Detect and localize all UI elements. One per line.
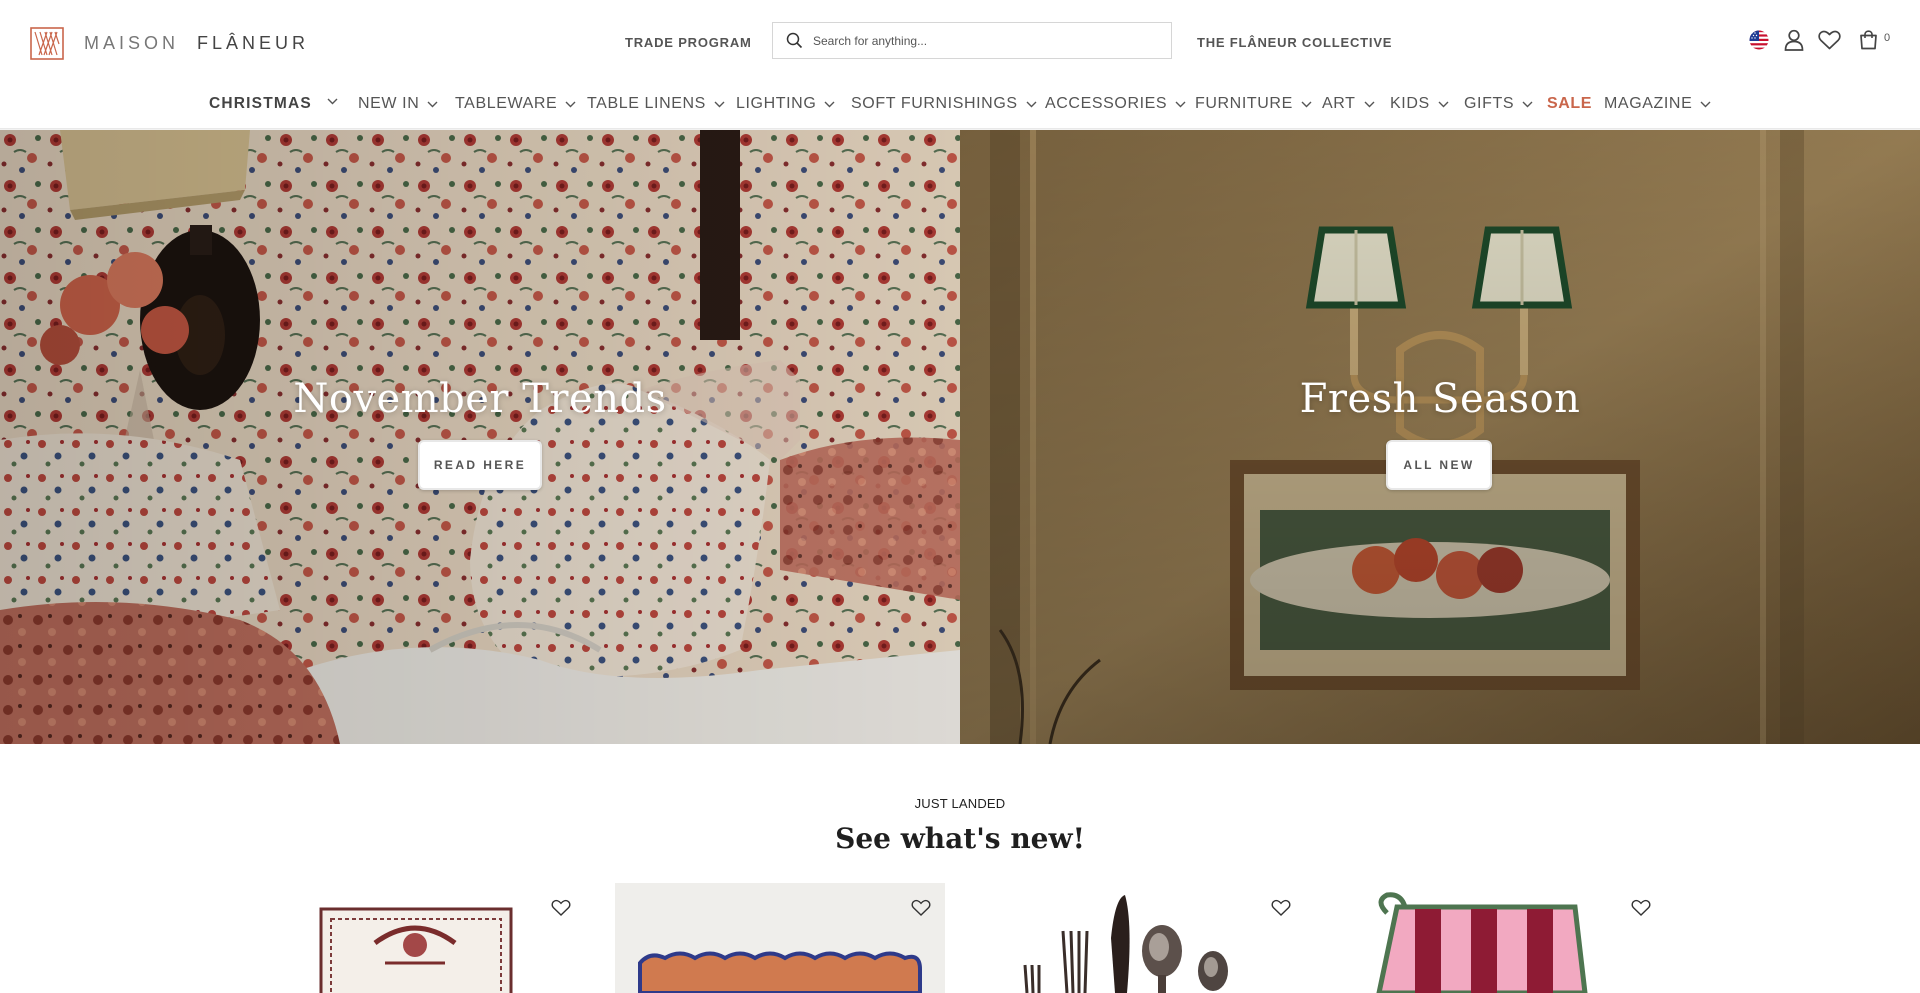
search-icon <box>786 32 803 49</box>
brand-logo[interactable]: MAISON FLÂNEUR <box>30 27 309 60</box>
collective-link[interactable]: THE FLÂNEUR COLLECTIVE <box>1197 35 1392 50</box>
nav-item-kids[interactable]: KIDS <box>1390 92 1449 116</box>
account-button[interactable] <box>1782 28 1806 52</box>
site-header: MAISON FLÂNEUR TRADE PROGRAM THE FLÂNEUR… <box>0 0 1920 84</box>
nav-item-magazine[interactable]: MAGAZINE <box>1604 92 1711 116</box>
chevron-down-icon <box>1700 101 1711 107</box>
chevron-down-icon <box>1522 101 1533 107</box>
cart-count: 0 <box>1884 32 1891 44</box>
brand-name-bold: FLÂNEUR <box>197 33 310 53</box>
logo-mark-icon <box>30 27 64 60</box>
section-title: See what's new! <box>835 822 1085 855</box>
chevron-down-icon <box>565 101 576 107</box>
nav-label: KIDS <box>1390 95 1430 112</box>
chevron-down-icon <box>1026 101 1037 107</box>
product-card[interactable] <box>1335 883 1665 993</box>
nav-label: SALE <box>1547 95 1593 112</box>
heart-icon[interactable] <box>1271 899 1291 917</box>
hero-title: November Trends <box>293 376 667 422</box>
nav-item-new-in[interactable]: NEW IN <box>358 92 438 116</box>
trade-program-link[interactable]: TRADE PROGRAM <box>625 35 752 50</box>
heart-icon[interactable] <box>911 899 931 917</box>
nav-item-gifts[interactable]: GIFTS <box>1464 92 1533 116</box>
nav-item-table-linens[interactable]: TABLE LINENS <box>587 92 725 116</box>
heart-icon[interactable] <box>551 899 571 917</box>
nav-label: NEW IN <box>358 95 420 112</box>
hero-fresh-season[interactable]: Fresh Season ALL NEW <box>960 130 1920 744</box>
search-input[interactable] <box>813 33 1153 48</box>
nav-label: GIFTS <box>1464 95 1515 112</box>
all-new-button[interactable]: ALL NEW <box>1386 440 1492 490</box>
chevron-down-icon <box>714 101 725 107</box>
product-image <box>1335 883 1665 993</box>
nav-item-furniture[interactable]: FURNITURE <box>1195 92 1312 116</box>
chevron-down-icon <box>1301 101 1312 107</box>
nav-label: ART <box>1322 95 1356 112</box>
heart-icon <box>1817 30 1841 50</box>
nav-label: ACCESSORIES <box>1045 95 1168 112</box>
wall-sconce-painting-image <box>960 130 1920 744</box>
nav-label: FURNITURE <box>1195 95 1293 112</box>
section-eyebrow: JUST LANDED <box>914 796 1006 811</box>
nav-label: TABLE LINENS <box>587 95 706 112</box>
chevron-down-icon <box>1175 101 1186 107</box>
nav-item-lighting[interactable]: LIGHTING <box>736 92 835 116</box>
nav-item-soft-furnishings[interactable]: SOFT FURNISHINGS <box>851 92 1037 116</box>
country-selector[interactable] <box>1748 28 1770 52</box>
chevron-down-icon <box>824 101 835 107</box>
cart-icon <box>1859 30 1877 50</box>
nav-label: TABLEWARE <box>455 95 558 112</box>
cart-button[interactable] <box>1856 28 1880 52</box>
nav-item-sale[interactable]: SALE <box>1547 92 1592 116</box>
main-navigation: CHRISTMAS NEW IN TABLEWARE TABLE LINENS … <box>0 84 1920 128</box>
nav-label: SOFT FURNISHINGS <box>851 95 1018 112</box>
nav-label: LIGHTING <box>736 95 817 112</box>
search-bar[interactable] <box>772 22 1172 59</box>
us-flag-icon <box>1749 30 1769 50</box>
floral-bedroom-image <box>0 130 960 744</box>
product-card[interactable] <box>615 883 945 993</box>
nav-label: MAGAZINE <box>1604 95 1693 112</box>
product-image <box>975 883 1305 993</box>
product-image <box>615 883 945 993</box>
wishlist-button[interactable] <box>1816 28 1842 52</box>
hero-november-trends[interactable]: November Trends READ HERE <box>0 130 960 744</box>
nav-item-art[interactable]: ART <box>1322 92 1375 116</box>
product-image <box>255 883 585 993</box>
nav-item-tableware[interactable]: TABLEWARE <box>455 92 576 116</box>
nav-item-accessories[interactable]: ACCESSORIES <box>1045 92 1186 116</box>
product-card[interactable] <box>255 883 585 993</box>
heart-icon[interactable] <box>1631 899 1651 917</box>
hero-title: Fresh Season <box>1299 376 1581 422</box>
chevron-down-icon <box>1364 101 1375 107</box>
user-icon <box>1784 29 1804 51</box>
brand-name-light: MAISON <box>84 33 180 53</box>
chevron-down-icon <box>427 101 438 107</box>
product-card[interactable] <box>975 883 1305 993</box>
nav-item-christmas[interactable]: CHRISTMAS <box>209 92 312 116</box>
chevron-down-icon <box>1438 101 1449 107</box>
brand-wordmark: MAISON FLÂNEUR <box>84 33 309 54</box>
nav-label: CHRISTMAS <box>209 95 312 112</box>
read-here-button[interactable]: READ HERE <box>418 440 542 490</box>
chevron-down-icon[interactable] <box>327 98 338 105</box>
